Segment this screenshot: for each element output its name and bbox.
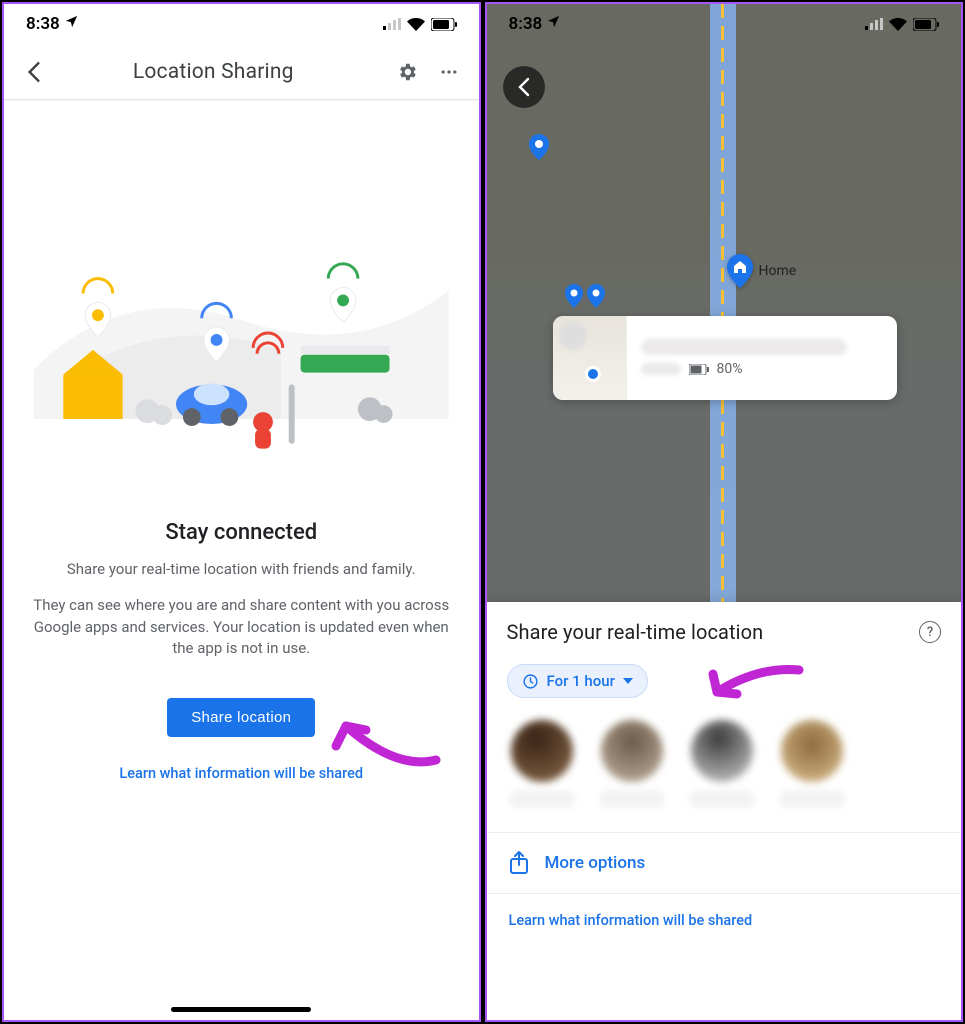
battery-icon: [431, 18, 457, 31]
avatar: [559, 322, 587, 350]
more-options-button[interactable]: More options: [487, 833, 962, 894]
back-button[interactable]: [20, 58, 48, 86]
contact-item[interactable]: [599, 720, 665, 808]
wifi-icon: [889, 18, 907, 31]
home-indicator[interactable]: [171, 1007, 311, 1012]
avatar: [781, 720, 843, 782]
hero-illustration: [4, 160, 479, 510]
status-time: 8:38: [509, 14, 543, 34]
location-services-icon: [546, 14, 561, 34]
annotation-arrow-icon: [306, 702, 446, 772]
more-horizontal-icon: [439, 62, 459, 82]
screenshot-left: 8:38 Location Sharing: [2, 2, 481, 1022]
avatar: [601, 720, 663, 782]
battery-icon: [689, 364, 709, 375]
stay-connected-p2: They can see where you are and share con…: [4, 581, 479, 660]
home-pin[interactable]: Home: [727, 254, 797, 288]
help-button[interactable]: ?: [919, 621, 941, 643]
sheet-title: Share your real-time location: [507, 620, 764, 644]
status-time: 8:38: [26, 14, 60, 34]
settings-button[interactable]: [393, 58, 421, 86]
contact-name-redacted: [779, 790, 845, 808]
contact-name-redacted: [689, 790, 755, 808]
chevron-down-icon: [623, 678, 633, 684]
app-header: Location Sharing: [4, 44, 479, 100]
status-bar: 8:38: [487, 4, 962, 44]
share-bottom-sheet: Share your real-time location ? For 1 ho…: [487, 602, 962, 1020]
battery-icon: [913, 18, 939, 31]
screenshot-right: 8:38 Home 80%: [485, 2, 964, 1022]
learn-more-link[interactable]: Learn what information will be shared: [4, 765, 479, 782]
learn-more-link[interactable]: Learn what information will be shared: [487, 894, 962, 947]
contacts-row: [487, 698, 962, 833]
status-icons: [865, 18, 939, 31]
battery-percent: 80%: [717, 361, 743, 377]
more-options-label: More options: [545, 853, 646, 873]
location-services-icon: [64, 14, 79, 34]
gear-icon: [396, 61, 418, 83]
wifi-icon: [407, 18, 425, 31]
duration-label: For 1 hour: [547, 672, 615, 690]
avatar: [691, 720, 753, 782]
stay-connected-p1: Share your real-time location with frien…: [4, 545, 479, 581]
contact-item[interactable]: [689, 720, 755, 808]
contact-name-redacted: [509, 790, 575, 808]
status-icons: [383, 18, 457, 31]
redacted-name: [641, 339, 847, 355]
share-location-button[interactable]: Share location: [167, 698, 315, 737]
cellular-icon: [383, 18, 401, 30]
header-title: Location Sharing: [48, 60, 379, 84]
stay-connected-title: Stay connected: [4, 520, 479, 545]
clock-icon: [522, 673, 539, 690]
home-pin-label: Home: [759, 263, 797, 279]
location-info-card[interactable]: 80%: [553, 316, 898, 400]
contact-item[interactable]: [509, 720, 575, 808]
mini-map-thumbnail: [553, 316, 627, 400]
contact-item[interactable]: [779, 720, 845, 808]
status-bar: 8:38: [4, 4, 479, 44]
chevron-left-icon: [518, 77, 530, 97]
contact-name-redacted: [599, 790, 665, 808]
overflow-menu-button[interactable]: [435, 58, 463, 86]
home-pin-icon: [727, 254, 753, 288]
cellular-icon: [865, 18, 883, 30]
map-pin-icon: [587, 284, 605, 308]
duration-chip[interactable]: For 1 hour: [507, 664, 648, 698]
share-icon: [509, 851, 529, 875]
map-pin-icon: [529, 134, 549, 160]
map-pin-icon: [565, 284, 583, 308]
redacted-text: [641, 363, 681, 375]
avatar: [511, 720, 573, 782]
back-button[interactable]: [503, 66, 545, 108]
